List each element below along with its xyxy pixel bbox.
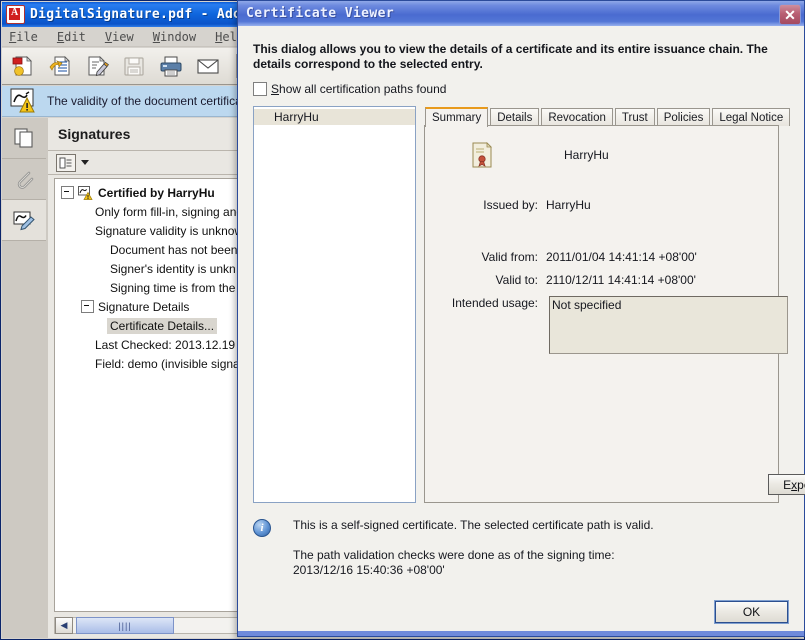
- show-all-paths-checkbox[interactable]: [253, 82, 267, 96]
- menu-view[interactable]: View: [105, 30, 134, 44]
- dialog-titlebar: Certificate Viewer ✕: [238, 1, 804, 26]
- scroll-left-arrow-icon[interactable]: ◀: [55, 617, 73, 634]
- certificate-subject-row: HarryHu: [470, 142, 609, 168]
- certificate-viewer-dialog: Certificate Viewer ✕ This dialog allows …: [237, 0, 805, 637]
- tree-row-label: Last Checked: 2013.12.19: [95, 337, 236, 352]
- signature-warning-icon: [10, 88, 40, 114]
- info-icon: i: [253, 519, 271, 537]
- tree-row-label: Field: demo (invisible signat: [95, 356, 244, 371]
- certificate-tab-host: Summary Details Revocation Trust Policie…: [424, 106, 805, 503]
- email-icon[interactable]: [195, 53, 221, 79]
- valid-from-row: Valid from: 2011/01/04 14:41:14 +08'00': [425, 250, 697, 264]
- tree-row-label: Only form fill-in, signing and: [95, 204, 244, 219]
- sidebar-item-attachments[interactable]: [2, 159, 46, 200]
- tab-revocation[interactable]: Revocation: [541, 108, 613, 126]
- intended-usage-label: Intended usage:: [451, 296, 538, 310]
- certification-path-list[interactable]: HarryHu: [253, 106, 416, 503]
- export-button[interactable]: Export...: [768, 474, 805, 495]
- dialog-title: Certificate Viewer: [246, 6, 395, 21]
- acrobat-window-title: DigitalSignature.pdf - Ado: [30, 7, 242, 22]
- tree-expander-icon[interactable]: [81, 300, 94, 313]
- certificate-subject-name: HarryHu: [564, 148, 609, 162]
- ok-button[interactable]: OK: [714, 600, 789, 624]
- save-icon: [121, 53, 147, 79]
- valid-from-label: Valid from:: [481, 250, 538, 264]
- status-message-secondary: The path validation checks were done as …: [293, 548, 615, 578]
- screen: DigitalSignature.pdf - Ado File Edit Vie…: [0, 0, 805, 640]
- tree-row-label: Signature validity is unknow: [95, 223, 244, 238]
- tree-row-label: Signature Details: [98, 299, 190, 314]
- close-icon[interactable]: ✕: [779, 4, 801, 25]
- sidebar-item-pages[interactable]: [2, 118, 46, 159]
- tab-legal-notice[interactable]: Legal Notice: [712, 108, 791, 126]
- status-message-primary: This is a self-signed certificate. The s…: [293, 518, 654, 532]
- intended-usage-field: Not specified: [549, 296, 788, 354]
- valid-to-label: Valid to:: [495, 273, 538, 287]
- menu-window[interactable]: Window: [153, 30, 196, 44]
- accel-letter: S: [271, 82, 280, 96]
- tab-summary[interactable]: Summary: [425, 107, 489, 127]
- status-message-secondary-line2: 2013/12/16 15:40:36 +08'00': [293, 563, 445, 577]
- menu-file[interactable]: File: [9, 30, 38, 44]
- tab-trust[interactable]: Trust: [614, 108, 655, 126]
- menu-edit[interactable]: Edit: [57, 30, 86, 44]
- export-label-rest: port...: [797, 477, 805, 492]
- show-all-paths-row[interactable]: Show all certification paths found: [253, 82, 446, 96]
- valid-from-value: 2011/01/04 14:41:14 +08'00': [546, 250, 697, 264]
- tree-row-label: Signing time is from the: [110, 280, 236, 295]
- sidebar-item-signatures[interactable]: [2, 200, 46, 241]
- list-item[interactable]: HarryHu: [254, 109, 415, 125]
- navigation-tab-strip: [2, 118, 49, 638]
- chevron-down-icon[interactable]: [81, 160, 89, 165]
- export-label: Export...: [783, 478, 805, 492]
- dialog-body: This dialog allows you to view the detai…: [238, 26, 805, 636]
- label-rest: how all certification paths found: [279, 82, 447, 96]
- tree-row-label: Signer's identity is unkn: [110, 261, 236, 276]
- comment-markup-icon[interactable]: [84, 53, 110, 79]
- dialog-description: This dialog allows you to view the detai…: [253, 42, 768, 71]
- certificate-seal-icon: [470, 142, 494, 168]
- print-icon[interactable]: [158, 53, 184, 79]
- issued-by-row: Issued by: HarryHu: [425, 198, 591, 212]
- valid-to-row: Valid to: 2110/12/11 14:41:14 +08'00': [425, 273, 696, 287]
- certificate-tabstrip: Summary Details Revocation Trust Policie…: [424, 106, 791, 127]
- tree-row-label-selected: Certificate Details...: [107, 317, 218, 334]
- tree-expander-icon[interactable]: [61, 186, 74, 199]
- certified-signature-icon: [78, 185, 94, 200]
- tab-policies[interactable]: Policies: [656, 108, 711, 126]
- create-pdf-icon[interactable]: [10, 53, 36, 79]
- issued-by-label: Issued by:: [483, 198, 538, 212]
- pdf-document-icon: [6, 5, 25, 24]
- summary-tab-panel: HarryHu Issued by: HarryHu Valid from: 2…: [424, 125, 805, 503]
- status-message-secondary-line1: The path validation checks were done as …: [293, 548, 615, 562]
- tree-row-label: Certified by HarryHu: [98, 185, 215, 200]
- options-menu-button[interactable]: [56, 153, 76, 172]
- show-all-paths-label: Show all certification paths found: [271, 82, 446, 96]
- issued-by-value: HarryHu: [546, 198, 591, 212]
- tree-row-label: Document has not been: [110, 242, 238, 257]
- valid-to-value: 2110/12/11 14:41:14 +08'00': [546, 273, 696, 287]
- scrollbar-thumb[interactable]: ||||: [76, 617, 174, 634]
- intended-usage-row: Intended usage:: [425, 296, 546, 310]
- tab-details[interactable]: Details: [490, 108, 540, 126]
- dialog-bottom-strip: [238, 631, 804, 636]
- combine-files-icon[interactable]: [47, 53, 73, 79]
- notification-text: The validity of the document certificati: [47, 94, 248, 108]
